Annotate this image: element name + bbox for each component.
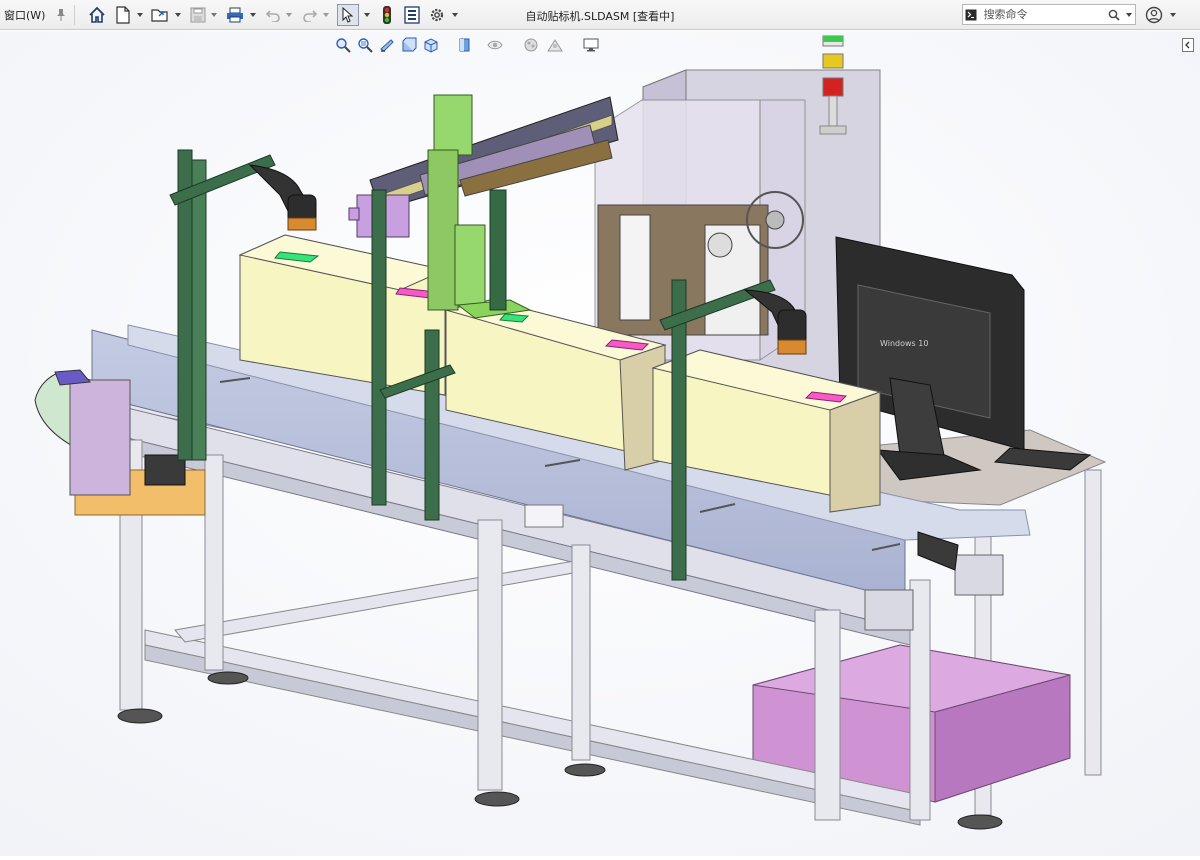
- redo-icon[interactable]: [300, 5, 320, 25]
- heads-up-view-toolbar: [330, 34, 620, 56]
- pin-icon[interactable]: [51, 5, 71, 25]
- appearance-icon[interactable]: [522, 36, 540, 54]
- undo-dropdown-icon[interactable]: [285, 9, 293, 21]
- command-search-input[interactable]: [979, 6, 1106, 23]
- panel-expand-icon[interactable]: [1182, 37, 1194, 52]
- new-file-dropdown-icon[interactable]: [136, 9, 144, 21]
- zoom-area-icon[interactable]: [356, 36, 374, 54]
- options-dropdown-icon[interactable]: [451, 9, 459, 21]
- screen-text: Windows 10: [880, 339, 928, 348]
- document-title: 自动贴标机.SLDASM [查看中]: [525, 10, 675, 23]
- hide-show-icon[interactable]: [486, 36, 504, 54]
- magnifier-icon[interactable]: [1106, 9, 1123, 21]
- print-dropdown-icon[interactable]: [249, 9, 257, 21]
- previous-view-icon[interactable]: [378, 36, 396, 54]
- scene-icon[interactable]: [546, 36, 564, 54]
- select-dropdown-icon[interactable]: [363, 9, 371, 21]
- open-folder-icon[interactable]: [150, 5, 170, 25]
- graphics-viewport[interactable]: Windows 10: [0, 31, 1200, 856]
- select-cursor-icon[interactable]: [337, 4, 359, 26]
- print-icon[interactable]: [225, 5, 245, 25]
- command-search-box[interactable]: [962, 4, 1136, 25]
- display-style-icon[interactable]: [456, 36, 474, 54]
- help-dropdown-icon[interactable]: [1169, 9, 1177, 21]
- home-icon[interactable]: [87, 5, 107, 25]
- undo-icon[interactable]: [263, 5, 283, 25]
- section-view-icon[interactable]: [400, 36, 418, 54]
- new-file-icon[interactable]: [113, 5, 133, 25]
- help-icon[interactable]: [1144, 5, 1164, 25]
- redo-dropdown-icon[interactable]: [322, 9, 330, 21]
- toolbar-separator: [74, 5, 75, 25]
- view-orientation-icon[interactable]: [422, 36, 440, 54]
- file-properties-icon[interactable]: [402, 5, 422, 25]
- zoom-to-fit-icon[interactable]: [334, 36, 352, 54]
- menu-window[interactable]: 窗口(W): [4, 7, 45, 23]
- save-icon[interactable]: [188, 5, 208, 25]
- display-settings-icon[interactable]: [582, 36, 600, 54]
- traffic-light-icon[interactable]: [377, 5, 397, 25]
- options-gear-icon[interactable]: [427, 5, 447, 25]
- search-dropdown-icon[interactable]: [1122, 12, 1135, 17]
- command-search-icon: [963, 9, 980, 21]
- open-dropdown-icon[interactable]: [174, 9, 182, 21]
- title-toolbar: 窗口(W) 自动贴标机.SLDASM [查看中] 搜索命令: [0, 0, 1200, 30]
- save-dropdown-icon[interactable]: [210, 9, 218, 21]
